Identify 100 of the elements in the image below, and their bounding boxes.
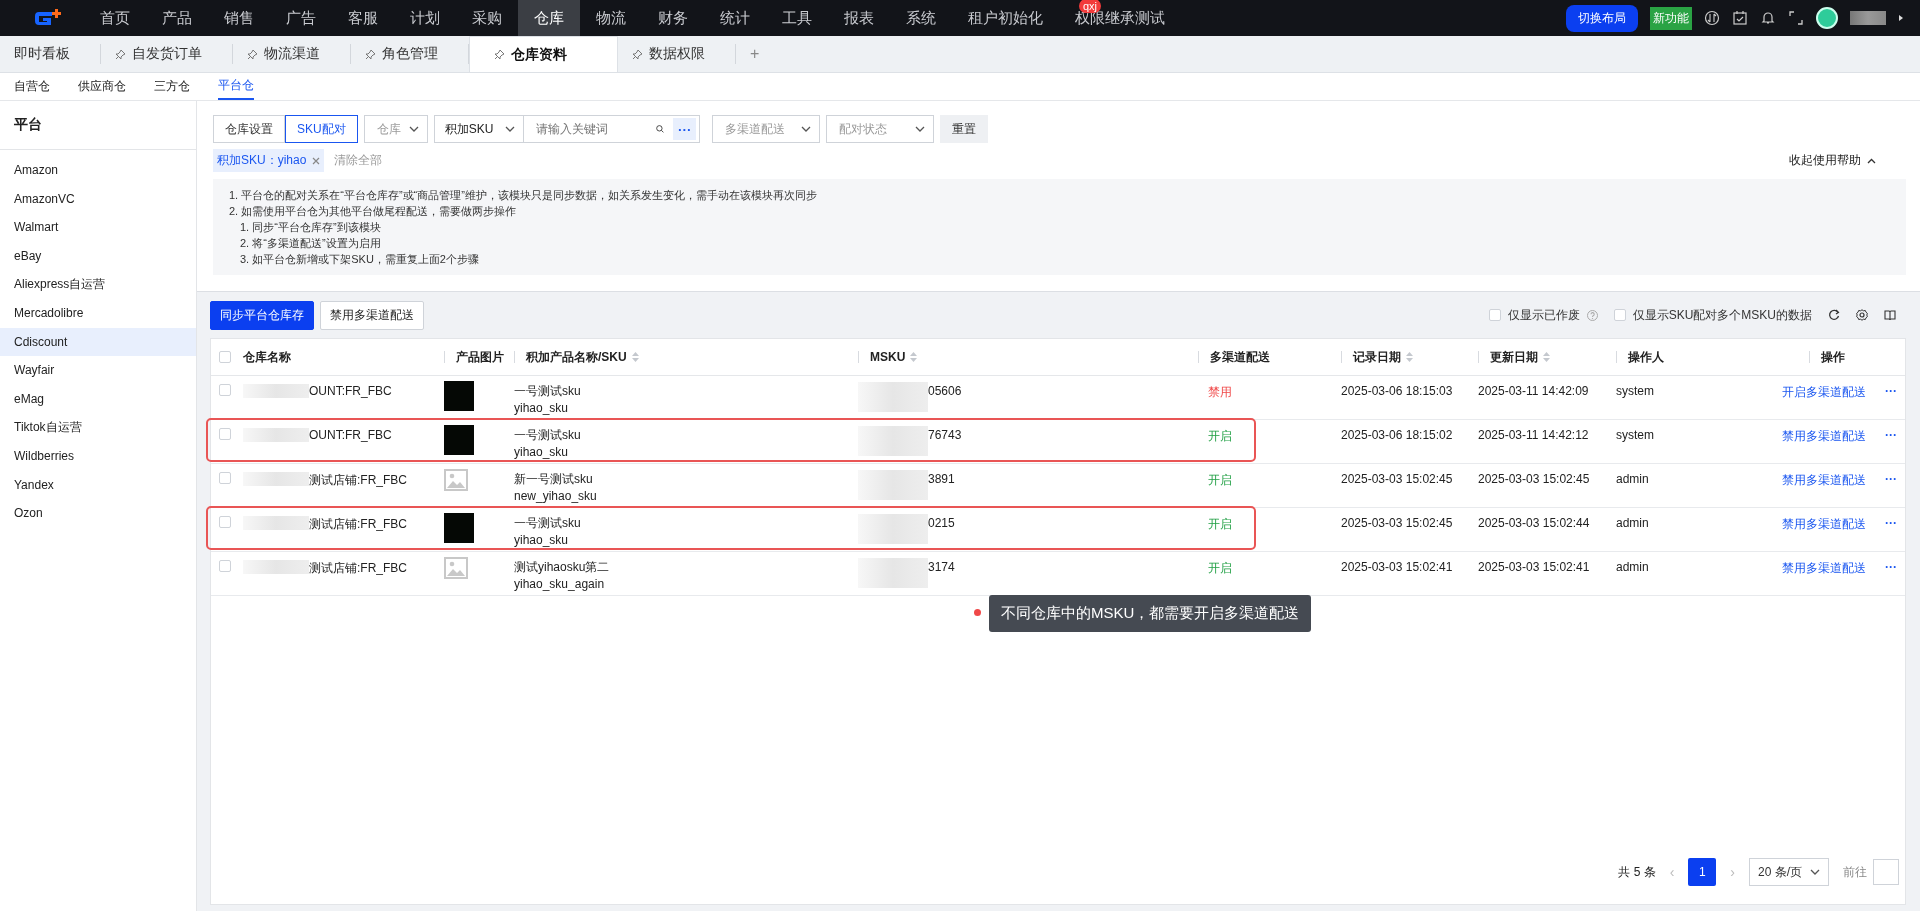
nav-menu-item[interactable]: 报表 (828, 0, 890, 36)
platform-item[interactable]: Cdiscount (0, 327, 196, 357)
row-checkbox[interactable] (219, 384, 231, 396)
platform-item[interactable]: AmazonVC (0, 184, 196, 214)
goto-page-input[interactable] (1873, 859, 1899, 885)
nav-menu-item[interactable]: 仓库 (518, 0, 580, 36)
help-text: 2. 将“多渠道配送”设置为启用 (239, 236, 382, 251)
nav-menu-item[interactable]: 广告 (270, 0, 332, 36)
table-cell: 2025-03-11 14:42:09 (1478, 384, 1589, 398)
row-checkbox[interactable] (219, 516, 231, 528)
field-select[interactable]: 积加SKU (433, 115, 525, 143)
column-header: 产品图片 (456, 348, 504, 366)
table-cell: admin (1616, 560, 1649, 574)
redaction-block (858, 382, 928, 412)
calendar-check-icon (1732, 10, 1748, 26)
redaction-block (243, 472, 309, 486)
more-button[interactable]: ··· (673, 118, 697, 140)
search-icon (655, 123, 665, 135)
nav-menu-item[interactable]: 财务 (642, 0, 704, 36)
mode-toggle[interactable]: 仓库设置 (213, 115, 285, 143)
filter-tag[interactable]: 积加SKU：yihao (213, 149, 325, 172)
reset-button[interactable]: 重置 (940, 115, 989, 143)
nav-menu-item[interactable]: 租户初始化 (952, 0, 1059, 36)
bell-icon (1760, 10, 1776, 26)
switch-layout-button[interactable]: 切换布局 (1566, 4, 1638, 32)
chevron-down-icon (915, 126, 926, 132)
warehouse-type-tab[interactable]: 供应商仓 (78, 73, 126, 100)
table-cell: 测试店铺:FR_FBC (309, 560, 407, 577)
nav-menu-item[interactable]: 物流 (580, 0, 642, 36)
annotation-tooltip: 不同仓库中的MSKU，都需要开启多渠道配送 (989, 595, 1312, 632)
toggle-multi-channel-link[interactable]: 禁用多渠道配送 (1782, 560, 1866, 577)
status-text: 开启 (1208, 472, 1232, 489)
table-cell: 2025-03-03 15:02:45 (1341, 472, 1453, 486)
table-cell: 05606 (928, 384, 962, 398)
nav-menu-item[interactable]: 权限继承测试 qxj (1059, 0, 1181, 36)
platform-item[interactable]: Wildberries (0, 441, 196, 471)
nav-menu-item[interactable]: 统计 (704, 0, 766, 36)
page-tab[interactable]: 仓库资料 (469, 36, 618, 72)
warehouse-type-tab[interactable]: 自营仓 (14, 73, 50, 100)
more-actions-button[interactable]: ··· (1885, 472, 1897, 486)
table-cell: admin (1616, 516, 1649, 530)
row-checkbox[interactable] (219, 428, 231, 440)
more-actions-button[interactable]: ··· (1885, 560, 1897, 574)
chevron-down-icon (1810, 869, 1820, 875)
page-size-select[interactable]: 20 条/页 (1749, 858, 1829, 886)
page-tab[interactable]: 自发货订单 (101, 44, 233, 64)
page-tab[interactable]: 物流渠道 (233, 44, 351, 64)
nav-menu-item[interactable]: 系统 (890, 0, 952, 36)
platform-item[interactable]: Tiktok自运营 (0, 413, 196, 442)
disable-button[interactable]: 禁用多渠道配送 (320, 300, 424, 330)
platform-item[interactable]: Amazon (0, 156, 196, 185)
warehouse-type-tab[interactable]: 三方仓 (154, 73, 190, 100)
page-button[interactable]: 1 (1688, 858, 1717, 886)
toggle-multi-channel-link[interactable]: 开启多渠道配送 (1782, 384, 1866, 401)
table-cell: 2025-03-03 15:02:41 (1341, 560, 1453, 574)
platform-item[interactable]: Ozon (0, 499, 196, 528)
sync-button[interactable]: 同步平台仓库存 (210, 300, 314, 330)
checkbox[interactable] (1488, 309, 1501, 321)
swap-circle-icon (1704, 10, 1720, 26)
chevron-down-icon (505, 126, 516, 132)
platform-item[interactable]: Aliexpress自运营 (0, 270, 196, 299)
more-actions-button[interactable]: ··· (1885, 428, 1897, 442)
keyword-input[interactable]: 请输入关键词 ··· (524, 115, 701, 143)
table-cell: system (1616, 384, 1654, 398)
column-header: 记录日期 (1353, 348, 1401, 366)
nav-menu-item[interactable]: 工具 (766, 0, 828, 36)
platform-item[interactable]: eBay (0, 241, 196, 271)
table-cell: 76743 (928, 428, 962, 442)
nav-menu-item[interactable]: 计划 (394, 0, 456, 36)
page-tab[interactable]: 数据权限 (618, 44, 736, 64)
checkbox[interactable] (1613, 309, 1626, 321)
nav-menu-item[interactable]: 客服 (332, 0, 394, 36)
status-text: 开启 (1208, 560, 1232, 577)
collapse-help-toggle[interactable]: 收起使用帮助 (1789, 152, 1876, 169)
table-cell: 3891 (928, 472, 955, 486)
nav-menu-item[interactable]: 销售 (208, 0, 270, 36)
table-cell: 2025-03-03 15:02:45 (1341, 516, 1453, 530)
nav-menu-item[interactable]: 产品 (146, 0, 208, 36)
more-actions-button[interactable]: ··· (1885, 516, 1897, 530)
row-checkbox[interactable] (219, 560, 231, 572)
image-placeholder-icon (444, 469, 468, 491)
platform-item[interactable]: Yandex (0, 470, 196, 500)
platform-item[interactable]: Walmart (0, 213, 196, 242)
toggle-multi-channel-link[interactable]: 禁用多渠道配送 (1782, 428, 1866, 445)
toggle-multi-channel-link[interactable]: 禁用多渠道配送 (1782, 516, 1866, 533)
toggle-multi-channel-link[interactable]: 禁用多渠道配送 (1782, 472, 1866, 489)
platform-item[interactable]: eMag (0, 384, 196, 414)
row-checkbox[interactable] (219, 472, 231, 484)
table-cell: 3174 (928, 560, 955, 574)
nav-menu-item[interactable]: 首页 (84, 0, 146, 36)
platform-item[interactable]: Mercadolibre (0, 298, 196, 328)
nav-menu-item[interactable]: 采购 (456, 0, 518, 36)
select-all-checkbox[interactable] (219, 351, 231, 363)
product-photo-placeholder (444, 381, 474, 411)
page-tab[interactable]: 即时看板 (0, 44, 101, 64)
redaction-block (858, 470, 928, 500)
mode-toggle[interactable]: SKU配对 (285, 115, 358, 143)
avatar[interactable] (1816, 7, 1838, 29)
more-actions-button[interactable]: ··· (1885, 384, 1897, 398)
platform-item[interactable]: Wayfair (0, 356, 196, 385)
